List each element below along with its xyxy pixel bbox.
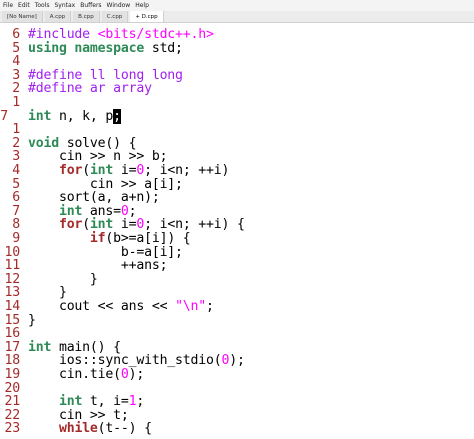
code-token: int — [28, 108, 52, 124]
line-number: 17 — [4, 339, 21, 355]
code-text: #define ar array — [28, 82, 152, 96]
menu-bar: File Edit Tools Syntax Buffers Window Help — [0, 0, 474, 11]
line-number: 9 — [12, 231, 20, 246]
code-text: } — [28, 272, 98, 287]
code-token: 0 — [120, 367, 129, 382]
line-number: 2 — [12, 135, 20, 151]
menu-edit[interactable]: Edit — [18, 0, 30, 11]
code-token: ; — [136, 394, 145, 410]
buffer-tab[interactable]: C.cpp — [101, 11, 129, 22]
code-token: cin.tie( — [28, 367, 121, 382]
code-text: #define ll long long — [28, 68, 183, 83]
line-number: 15 — [4, 312, 21, 328]
menu-help[interactable]: Help — [135, 0, 149, 11]
code-editor[interactable]: 6 #include <bits/stdc++.h> 5 using namespac… — [0, 24, 474, 439]
line-number: 2 — [12, 81, 20, 97]
line-number: 21 — [4, 394, 21, 410]
line-number: 3 — [12, 67, 20, 83]
line-number: 6 — [12, 190, 20, 206]
line-number: 14 — [4, 299, 21, 314]
code-text: ios::sync_with_stdio(0); — [28, 354, 245, 368]
code-text: for(int i=0; i<n; ++i) { — [28, 218, 245, 232]
line-number: 4 — [12, 163, 20, 178]
code-text: #include <bits/stdc++.h> — [28, 28, 214, 42]
code-text: cout << ans << "\n"; — [28, 300, 214, 314]
code-token: ); — [128, 367, 145, 382]
menu-tools[interactable]: Tools — [35, 0, 50, 11]
code-token: std; — [144, 40, 183, 56]
line-number: 3 — [12, 149, 20, 165]
line-number: 22 — [4, 407, 21, 423]
line-number: 4 — [12, 54, 20, 70]
code-token: } — [28, 312, 36, 328]
code-text: if(b>=a[i]) { — [28, 232, 191, 246]
line-number: 6 — [12, 27, 20, 42]
menu-syntax[interactable]: Syntax — [54, 0, 75, 11]
line-number: 12 — [4, 271, 21, 287]
code-text: ++ans; — [28, 259, 168, 273]
buffer-tab[interactable]: [No Name] — [2, 11, 43, 22]
code-token: while — [58, 421, 98, 437]
code-token: #define ar array — [28, 81, 152, 97]
code-text: for(int i=0; i<n; ++i) — [28, 164, 229, 178]
code-token: (t--) { — [97, 421, 152, 437]
code-token: ); — [229, 353, 245, 369]
code-text: b-=a[i]; — [28, 245, 183, 260]
line-number: 7 — [0, 108, 8, 124]
code-token: "\n" — [175, 299, 207, 314]
code-text: sort(a, a+n); — [28, 191, 160, 205]
code-text: cin >> n >> b; — [28, 150, 168, 164]
line-number: 1 — [12, 122, 20, 138]
line-number: 18 — [4, 353, 21, 369]
code-text: cin >> a[i]; — [28, 177, 183, 192]
line-number: 23 — [4, 421, 21, 437]
code-token: n, k, p — [51, 108, 114, 124]
code-text: int t, i=1; — [28, 395, 144, 409]
code-token: ; — [206, 299, 214, 314]
line-number: 13 — [4, 285, 21, 301]
code-text: void solve() { — [28, 136, 137, 151]
buffer-tab[interactable]: B.cpp — [73, 11, 100, 22]
code-text: } — [28, 312, 36, 328]
buffer-tab[interactable]: A.cpp — [44, 11, 72, 22]
code-text: cin.tie(0); — [28, 368, 144, 382]
buffer-tab-bar: [No Name] A.cpp B.cpp C.cpp + D.cpp — [0, 11, 474, 23]
line-number: 16 — [4, 326, 21, 342]
code-text: int main() { — [28, 340, 121, 355]
code-text: using namespace std; — [28, 40, 183, 56]
line-number: 11 — [4, 258, 21, 274]
menu-buffers[interactable]: Buffers — [80, 0, 101, 11]
line-number: 5 — [12, 176, 20, 192]
code-text: } — [28, 286, 67, 300]
menu-window[interactable]: Window — [107, 0, 131, 11]
line-number: 10 — [4, 244, 21, 260]
code-text: int n, k, p; — [28, 108, 121, 124]
code-text: while(t--) { — [28, 422, 152, 436]
line-number: 1 — [12, 95, 20, 110]
menu-file[interactable]: File — [3, 0, 13, 11]
line-number: 5 — [12, 40, 20, 56]
text-cursor: ; — [113, 108, 121, 124]
code-token: using namespace — [28, 40, 145, 56]
line-number: 8 — [12, 217, 20, 233]
line-number: 20 — [4, 380, 21, 396]
line-number: 7 — [12, 203, 20, 219]
code-token: cout << ans << — [28, 299, 176, 314]
buffer-tab[interactable]: + D.cpp — [130, 11, 164, 22]
line-number: 19 — [4, 367, 21, 382]
